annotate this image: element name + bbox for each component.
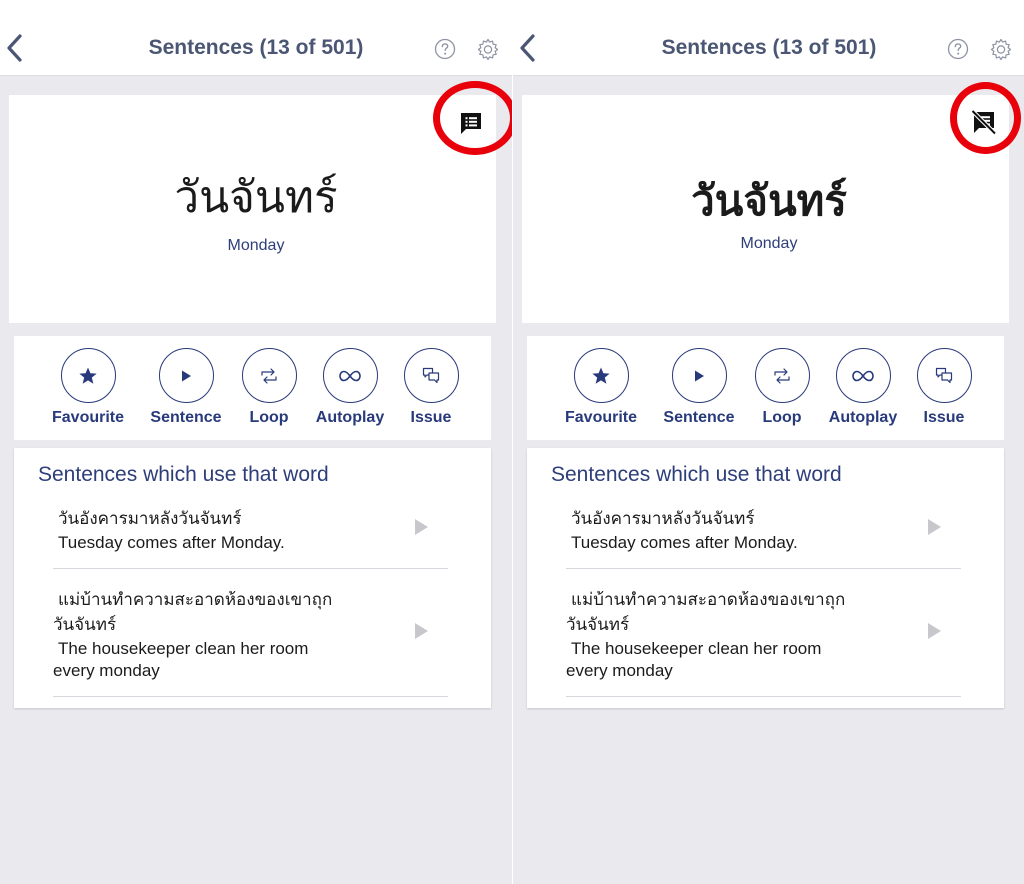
- issue-label: Issue: [410, 409, 452, 426]
- favourite-label: Favourite: [52, 409, 125, 426]
- thai-word: วันจันทร์: [691, 176, 847, 225]
- autoplay-button[interactable]: Autoplay: [313, 348, 387, 427]
- divider: [53, 568, 448, 569]
- chat-bubbles-icon: [935, 367, 953, 383]
- sentence-2-thai-line1: แม่บ้านทำความสะอาดห้องของเขาถุก: [58, 590, 333, 610]
- sentences-heading: Sentences which use that word: [551, 463, 842, 486]
- autoplay-button[interactable]: Autoplay: [826, 348, 900, 427]
- english-translation: Monday: [740, 235, 798, 252]
- autoplay-label: Autoplay: [828, 409, 898, 426]
- sentence-1-thai: วันอังคารมาหลังวันจันทร์: [571, 509, 755, 529]
- infinity-icon: [852, 370, 874, 381]
- issue-button[interactable]: Issue: [403, 348, 459, 427]
- screen-right: Sentences (13 of 501) วันจันทร์ Monday F…: [513, 0, 1024, 884]
- sentence-1-play-icon[interactable]: [926, 518, 942, 536]
- navigation-bar: Sentences (13 of 501): [513, 0, 1024, 76]
- autoplay-label: Autoplay: [315, 409, 385, 426]
- favourite-button[interactable]: Favourite: [52, 348, 124, 427]
- divider: [566, 696, 961, 697]
- loop-label: Loop: [249, 409, 289, 426]
- navigation-bar: Sentences (13 of 501): [0, 0, 512, 76]
- star-icon: [79, 367, 97, 384]
- english-translation: Monday: [227, 237, 285, 254]
- sentence-2-play-icon[interactable]: [413, 622, 429, 640]
- divider: [566, 568, 961, 569]
- loop-button[interactable]: Loop: [241, 348, 297, 427]
- sentence-2-english-line1: The housekeeper clean her room: [58, 639, 309, 658]
- sentence-2-english-line1: The housekeeper clean her room: [571, 639, 822, 658]
- play-icon: [182, 370, 191, 381]
- question-circle-icon[interactable]: [947, 38, 969, 60]
- gear-icon[interactable]: [989, 37, 1013, 61]
- infinity-icon: [339, 370, 361, 381]
- issue-button[interactable]: Issue: [916, 348, 972, 427]
- sentence-1-english: Tuesday comes after Monday.: [58, 533, 285, 552]
- sentence-1-play-icon[interactable]: [413, 518, 429, 536]
- sentence-play-button[interactable]: Sentence: [148, 348, 224, 427]
- screen-left: Sentences (13 of 501) วันจันทร์ Monday F…: [0, 0, 512, 884]
- sentence-1-thai: วันอังคารมาหลังวันจันทร์: [58, 509, 242, 529]
- sentence-2-play-icon[interactable]: [926, 622, 942, 640]
- sentence-2-english-line2: every monday: [53, 661, 160, 680]
- loop-button[interactable]: Loop: [754, 348, 810, 427]
- sentence-2-thai-line2: วันจันทร์: [53, 615, 117, 635]
- repeat-icon: [774, 367, 790, 384]
- gear-icon[interactable]: [476, 37, 500, 61]
- sentence-label: Sentence: [663, 409, 735, 426]
- sentence-1-english: Tuesday comes after Monday.: [571, 533, 798, 552]
- issue-label: Issue: [923, 409, 965, 426]
- loop-label: Loop: [762, 409, 802, 426]
- sentence-label: Sentence: [150, 409, 222, 426]
- divider: [53, 696, 448, 697]
- highlight-ring: [433, 81, 512, 155]
- sentence-2-english-line2: every monday: [566, 661, 673, 680]
- question-circle-icon[interactable]: [434, 38, 456, 60]
- star-icon: [592, 367, 610, 384]
- highlight-ring: [950, 82, 1021, 154]
- sentence-2-thai-line1: แม่บ้านทำความสะอาดห้องของเขาถุก: [571, 590, 846, 610]
- favourite-label: Favourite: [565, 409, 638, 426]
- favourite-button[interactable]: Favourite: [565, 348, 637, 427]
- play-icon: [695, 370, 704, 381]
- sentence-2-thai-line2: วันจันทร์: [566, 615, 630, 635]
- thai-word: วันจันทร์: [174, 172, 338, 223]
- sentence-play-button[interactable]: Sentence: [661, 348, 737, 427]
- sentences-heading: Sentences which use that word: [38, 463, 329, 486]
- repeat-icon: [261, 367, 277, 384]
- chat-bubbles-icon: [422, 367, 440, 383]
